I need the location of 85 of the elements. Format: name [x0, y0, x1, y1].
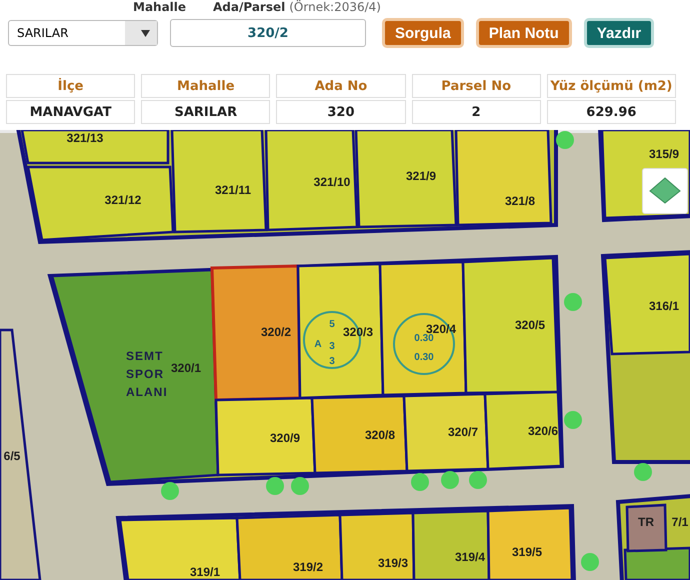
column-header: Yüz ölçümü (m2) [546, 74, 676, 98]
tree-icon [291, 477, 309, 495]
parcel-number: 320/7 [448, 425, 478, 439]
parcel[interactable] [484, 390, 562, 470]
plan-note-text: 3 [329, 356, 335, 367]
parcel[interactable] [296, 262, 384, 400]
parcel[interactable] [338, 512, 416, 580]
parcel[interactable] [0, 328, 42, 580]
plan-note-text: A [314, 339, 322, 350]
parcel-number: 315/9 [648, 147, 680, 161]
table-cell: 629.96 [546, 100, 676, 124]
plan-note-text: 3 [329, 341, 335, 352]
parcel[interactable] [50, 268, 220, 484]
tree-icon [564, 411, 582, 429]
parcel[interactable] [264, 130, 358, 232]
tree-icon [411, 473, 429, 491]
parcel-number: 320/8 [364, 428, 396, 442]
parcel-number: 320/2 [260, 325, 292, 339]
plan-note-text: 5 [329, 319, 335, 330]
parcel[interactable] [378, 260, 468, 396]
parcel-number: 321/9 [406, 169, 436, 183]
parcel-code: TR [638, 515, 654, 529]
tree-icon [581, 553, 599, 571]
query-button[interactable]: Plan Notu [476, 18, 572, 48]
zone-label: SEMT [126, 349, 164, 363]
column-header: İlçe [6, 74, 136, 98]
tree-icon [556, 131, 574, 149]
parcel-number: 321/12 [104, 193, 142, 207]
parcel-number: 320/6 [528, 424, 558, 438]
parcel[interactable] [214, 396, 316, 476]
column-header: Ada No [276, 74, 406, 98]
parcel-number: 321/8 [504, 194, 536, 208]
table-cell: SARILAR [141, 100, 270, 124]
layers-button[interactable] [642, 168, 688, 214]
tree-icon [161, 482, 179, 500]
plan-note-ring [393, 313, 455, 375]
parcel-number: 321/10 [314, 175, 350, 189]
parcel[interactable] [604, 252, 690, 356]
parcel-number: 320/5 [514, 318, 546, 332]
query-button[interactable]: Sorgula [382, 18, 464, 48]
print-button[interactable]: Yazdır [584, 18, 654, 48]
table-cell: MANAVGAT [6, 100, 136, 124]
district-select[interactable]: SARILAR [8, 20, 158, 46]
parcel-number: 321/11 [214, 183, 252, 197]
parcel[interactable] [454, 130, 552, 226]
field-label: Ada/Parsel [213, 0, 286, 14]
tree-icon [634, 463, 652, 481]
parcel[interactable] [310, 394, 408, 474]
plan-note-text: 0.30 [414, 333, 434, 344]
parcel[interactable] [412, 510, 490, 580]
parcel-number: 319/2 [292, 560, 324, 574]
parcel-number: 319/5 [512, 545, 542, 559]
column-header: Parsel No [412, 74, 541, 98]
parcel[interactable] [402, 392, 490, 472]
parcel[interactable] [118, 516, 242, 580]
table-cell: 2 [412, 100, 541, 124]
tree-icon [441, 471, 459, 489]
parcel-number: 6/5 [4, 449, 20, 463]
parcel[interactable] [170, 130, 268, 234]
parcel-input-field[interactable]: 320/2 [170, 19, 366, 47]
parcel-number: 320/9 [270, 431, 300, 445]
column-header: Mahalle [141, 74, 270, 98]
zone-label: ALANI [126, 385, 168, 399]
parcel-number: 7/1 [672, 515, 688, 529]
parcel-number: 321/13 [66, 131, 104, 145]
layers-icon [648, 176, 682, 206]
parcel-number: 319/3 [378, 556, 408, 570]
parcel-number: 319/4 [454, 550, 486, 564]
tree-icon [564, 293, 582, 311]
parcel-number: 320/1 [170, 361, 202, 375]
tree-icon [266, 477, 284, 495]
hatched-parcel [626, 504, 668, 552]
parcel-number: 316/1 [648, 299, 680, 313]
dropdown-caret-icon [140, 30, 150, 36]
parcel-number: 319/1 [190, 565, 220, 579]
tree-icon [469, 471, 487, 489]
zone-label: SPOR [126, 367, 164, 381]
parcel[interactable] [236, 514, 344, 580]
parcel[interactable] [486, 506, 574, 580]
example-hint: (Örnek:2036/4) [289, 0, 381, 14]
parcel[interactable] [354, 130, 458, 228]
table-cell: 320 [276, 100, 406, 124]
field-label: Mahalle [133, 0, 188, 14]
plan-note-text: 0.30 [414, 352, 434, 363]
parcel[interactable] [462, 256, 560, 394]
